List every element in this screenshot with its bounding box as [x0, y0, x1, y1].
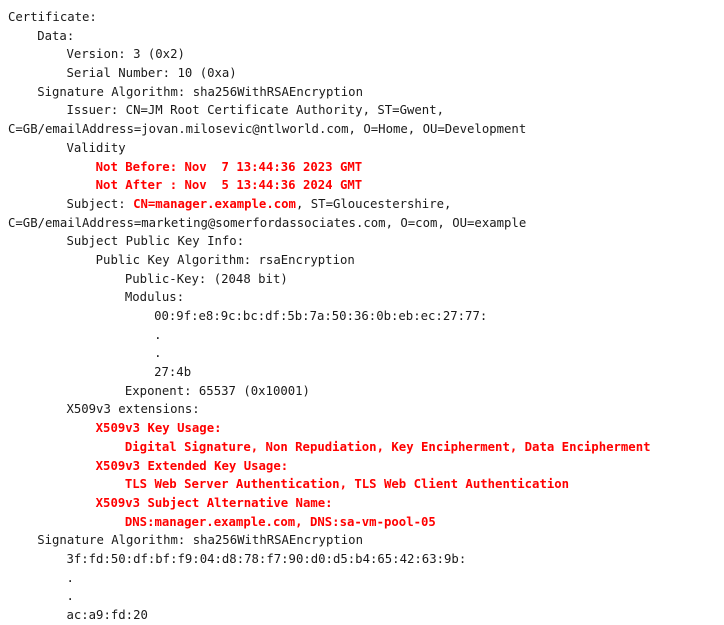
line-version: Version: 3 (0x2) — [8, 45, 724, 64]
line-issuer-wrap-segment-0: C=GB/emailAddress=jovan.milosevic@ntlwor… — [8, 122, 527, 137]
line-not-after: Not After : Nov 5 13:44:36 2024 GMT — [8, 176, 724, 195]
line-subject-wrap: C=GB/emailAddress=marketing@somerfordass… — [8, 214, 724, 233]
line-version-segment-0: Version: 3 (0x2) — [66, 47, 185, 62]
line-extended-key-usage-value: TLS Web Server Authentication, TLS Web C… — [8, 475, 724, 494]
line-signature-hex-first: 3f:fd:50:df:bf:f9:04:d8:78:f7:90:d0:d5:b… — [8, 550, 724, 569]
line-issuer: Issuer: CN=JM Root Certificate Authority… — [8, 101, 724, 120]
line-public-key-bits: Public-Key: (2048 bit) — [8, 270, 724, 289]
line-exponent: Exponent: 65537 (0x10001) — [8, 382, 724, 401]
line-san-header: X509v3 Subject Alternative Name: — [8, 494, 724, 513]
line-extended-key-usage-header-segment-0: X509v3 Extended Key Usage: — [95, 458, 289, 473]
line-signature-hex-last-segment-0: ac:a9:fd:20 — [66, 608, 148, 622]
line-data-segment-0: Data: — [37, 28, 75, 43]
line-modulus-ellipsis-1: . — [8, 326, 724, 345]
line-exponent-segment-0: Exponent: 65537 (0x10001) — [124, 383, 310, 398]
line-validity-segment-0: Validity — [66, 140, 126, 155]
line-not-after-segment-0: Not After : Nov 5 13:44:36 2024 GMT — [95, 178, 363, 193]
line-certificate: Certificate: — [8, 8, 724, 27]
line-subject-segment-2: , ST=Gloucestershire, — [295, 196, 452, 211]
line-modulus-hex-first-segment-0: 00:9f:e8:9c:bc:df:5b:7a:50:36:0b:eb:ec:2… — [154, 309, 488, 323]
line-subject-segment-0: Subject: — [66, 196, 134, 211]
line-extended-key-usage-header: X509v3 Extended Key Usage: — [8, 457, 724, 476]
line-certificate-segment-0: Certificate: — [8, 10, 97, 24]
line-public-key-algorithm: Public Key Algorithm: rsaEncryption — [8, 251, 724, 270]
line-modulus-label-segment-0: Modulus: — [124, 290, 185, 305]
line-x509v3-extensions-segment-0: X509v3 extensions: — [66, 402, 200, 417]
line-subject-segment-1: CN=manager.example.com — [133, 196, 296, 211]
line-signature-hex-last: ac:a9:fd:20 — [8, 606, 724, 625]
line-signature-hex-first-segment-0: 3f:fd:50:df:bf:f9:04:d8:78:f7:90:d0:d5:b… — [66, 551, 467, 566]
line-public-key-algorithm-segment-0: Public Key Algorithm: rsaEncryption — [95, 252, 355, 267]
line-validity: Validity — [8, 139, 724, 158]
line-subject-wrap-segment-0: C=GB/emailAddress=marketing@somerfordass… — [8, 215, 527, 230]
line-signature-algorithm-top-segment-0: Signature Algorithm: sha256WithRSAEncryp… — [37, 84, 363, 99]
line-modulus-ellipsis-1-segment-0: . — [154, 327, 162, 342]
line-modulus-hex-first: 00:9f:e8:9c:bc:df:5b:7a:50:36:0b:eb:ec:2… — [8, 307, 724, 326]
line-not-before: Not Before: Nov 7 13:44:36 2023 GMT — [8, 158, 724, 177]
line-signature-algorithm-top: Signature Algorithm: sha256WithRSAEncryp… — [8, 83, 724, 102]
line-public-key-bits-segment-0: Public-Key: (2048 bit) — [124, 271, 288, 286]
line-signature-ellipsis-1: . — [8, 569, 724, 588]
line-modulus-ellipsis-2: . — [8, 344, 724, 363]
line-signature-ellipsis-2: . — [8, 587, 724, 606]
line-not-before-segment-0: Not Before: Nov 7 13:44:36 2023 GMT — [95, 159, 363, 174]
line-subject-public-key-info-segment-0: Subject Public Key Info: — [66, 234, 245, 249]
line-modulus-hex-last: 27:4b — [8, 363, 724, 382]
line-modulus-ellipsis-2-segment-0: . — [154, 346, 162, 361]
line-signature-ellipsis-1-segment-0: . — [66, 570, 74, 585]
line-serial-number: Serial Number: 10 (0xa) — [8, 64, 724, 83]
line-modulus-label: Modulus: — [8, 288, 724, 307]
line-data: Data: — [8, 27, 724, 46]
line-subject-public-key-info: Subject Public Key Info: — [8, 232, 724, 251]
line-san-header-segment-0: X509v3 Subject Alternative Name: — [95, 495, 333, 510]
line-extended-key-usage-value-segment-0: TLS Web Server Authentication, TLS Web C… — [124, 477, 570, 492]
certificate-text-output: Certificate: Data: Version: 3 (0x2) Serial … — [0, 0, 724, 622]
line-subject: Subject: CN=manager.example.com, ST=Glou… — [8, 195, 724, 214]
line-signature-ellipsis-2-segment-0: . — [66, 589, 74, 604]
line-key-usage-header-segment-0: X509v3 Key Usage: — [95, 421, 222, 436]
line-issuer-wrap: C=GB/emailAddress=jovan.milosevic@ntlwor… — [8, 120, 724, 139]
line-serial-number-segment-0: Serial Number: 10 (0xa) — [66, 66, 237, 81]
line-key-usage-value-segment-0: Digital Signature, Non Repudiation, Key … — [124, 439, 651, 454]
line-signature-algorithm-bottom-segment-0: Signature Algorithm: sha256WithRSAEncryp… — [37, 533, 363, 548]
line-modulus-hex-last-segment-0: 27:4b — [154, 365, 192, 380]
line-san-value-segment-0: DNS:manager.example.com, DNS:sa-vm-pool-… — [124, 514, 436, 529]
line-x509v3-extensions: X509v3 extensions: — [8, 400, 724, 419]
line-issuer-segment-0: Issuer: CN=JM Root Certificate Authority… — [66, 103, 445, 118]
line-signature-algorithm-bottom: Signature Algorithm: sha256WithRSAEncryp… — [8, 531, 724, 550]
line-san-value: DNS:manager.example.com, DNS:sa-vm-pool-… — [8, 513, 724, 532]
line-key-usage-value: Digital Signature, Non Repudiation, Key … — [8, 438, 724, 457]
line-key-usage-header: X509v3 Key Usage: — [8, 419, 724, 438]
